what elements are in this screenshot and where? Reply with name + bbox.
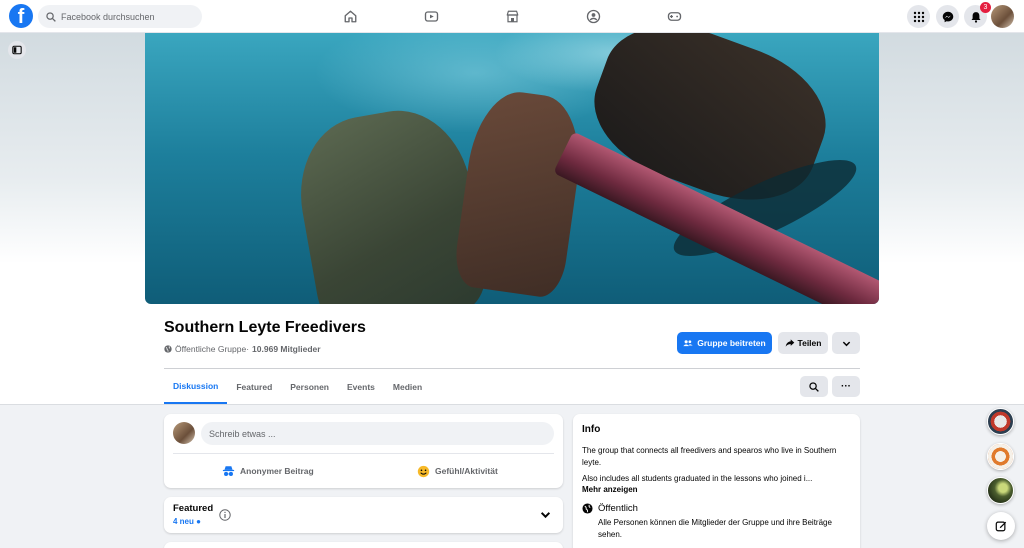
featured-title: Featured [173,503,214,514]
notification-badge: 3 [980,2,991,13]
group-meta: Öffentliche Gruppe · 10.969 Mitglieder [164,344,321,354]
tab-featured[interactable]: Featured [227,369,281,404]
sidebar-panel-icon [12,45,22,55]
gaming-icon [667,11,681,21]
marketplace-icon [506,10,518,22]
tab-discussion[interactable]: Diskussion [164,369,228,404]
messenger-button[interactable] [936,5,959,28]
search-box[interactable] [38,5,202,28]
facebook-logo[interactable]: f [9,4,33,28]
feeling-activity-button[interactable]: Gefühl/Aktivität [417,462,498,480]
group-search-button[interactable] [800,376,828,397]
contact-avatar[interactable] [987,477,1014,504]
home-icon [344,10,356,22]
avatar[interactable] [173,422,195,444]
globe-icon [164,345,172,353]
chevron-down-icon [842,341,850,346]
group-privacy[interactable]: Öffentliche Gruppe [175,344,246,354]
group-members-count[interactable]: 10.969 Mitglieder [252,344,321,354]
info-description: The group that connects all freedivers a… [582,446,837,467]
group-info-card: Info The group that connects all freediv… [573,414,860,548]
nav-marketplace[interactable] [503,7,521,25]
show-more-link[interactable]: Mehr anzeigen [582,485,638,494]
header-bottom-border [0,404,1024,405]
search-icon [809,381,819,392]
menu-grid-icon [913,11,924,22]
more-options-button[interactable] [832,332,860,354]
smiley-icon [417,465,430,477]
anonymous-icon [222,465,235,476]
group-tabs: Diskussion Featured Personen Events Medi… [164,369,431,404]
tab-events[interactable]: Events [338,369,384,404]
meta-separator: · [246,344,250,354]
new-message-button[interactable] [987,512,1015,540]
search-icon [46,11,56,22]
composer-input[interactable]: Schreib etwas ... [201,422,554,445]
notifications-button[interactable]: 3 [964,2,991,28]
anonymous-post-button[interactable]: Anonymer Beitrag [222,462,314,480]
composer-divider [173,453,554,454]
group-people-icon [683,340,693,347]
search-input[interactable] [61,11,191,22]
tab-more-button[interactable]: ··· [832,376,860,397]
nav-gaming[interactable] [665,7,683,25]
contact-avatar[interactable] [987,443,1014,470]
share-button[interactable]: Teilen [778,332,828,354]
nav-home[interactable] [341,7,359,25]
info-icon[interactable] [219,509,231,521]
tab-people[interactable]: Personen [281,369,338,404]
contact-avatar[interactable] [987,408,1014,435]
post-composer: Schreib etwas ... Anonymer Beitrag Gefüh… [164,414,563,488]
menu-button[interactable] [907,5,930,28]
next-feed-card [164,542,563,548]
watch-icon [424,10,438,22]
share-label: Teilen [797,338,822,348]
join-group-label: Gruppe beitreten [697,338,766,348]
group-cover-photo [145,33,879,304]
top-navigation-bar: f 3 [0,0,1024,33]
share-icon [785,339,794,347]
public-title: Öffentlich [598,503,638,514]
bell-icon [971,11,980,23]
featured-new-count: 4 neu ● [173,517,201,526]
nav-watch[interactable] [422,7,440,25]
anonymous-post-label: Anonymer Beitrag [240,466,314,476]
featured-section[interactable]: Featured 4 neu ● [164,497,563,533]
messenger-icon [942,11,953,22]
tab-media[interactable]: Medien [384,369,431,404]
info-title: Info [582,424,601,435]
public-description: Alle Personen können die Mitglieder der … [598,518,832,539]
groups-icon [586,9,600,23]
compose-icon [995,521,1007,532]
cover-diver-shape [451,86,589,300]
feeling-activity-label: Gefühl/Aktivität [435,466,498,476]
group-name: Southern Leyte Freedivers [164,319,366,336]
chevron-down-icon[interactable] [540,509,551,520]
globe-icon [582,503,593,514]
info-description-more: Also includes all students graduated in … [582,474,813,483]
join-group-button[interactable]: Gruppe beitreten [677,332,772,354]
sidebar-toggle-button[interactable] [8,41,26,59]
account-avatar[interactable] [991,5,1014,28]
nav-groups[interactable] [584,7,602,25]
